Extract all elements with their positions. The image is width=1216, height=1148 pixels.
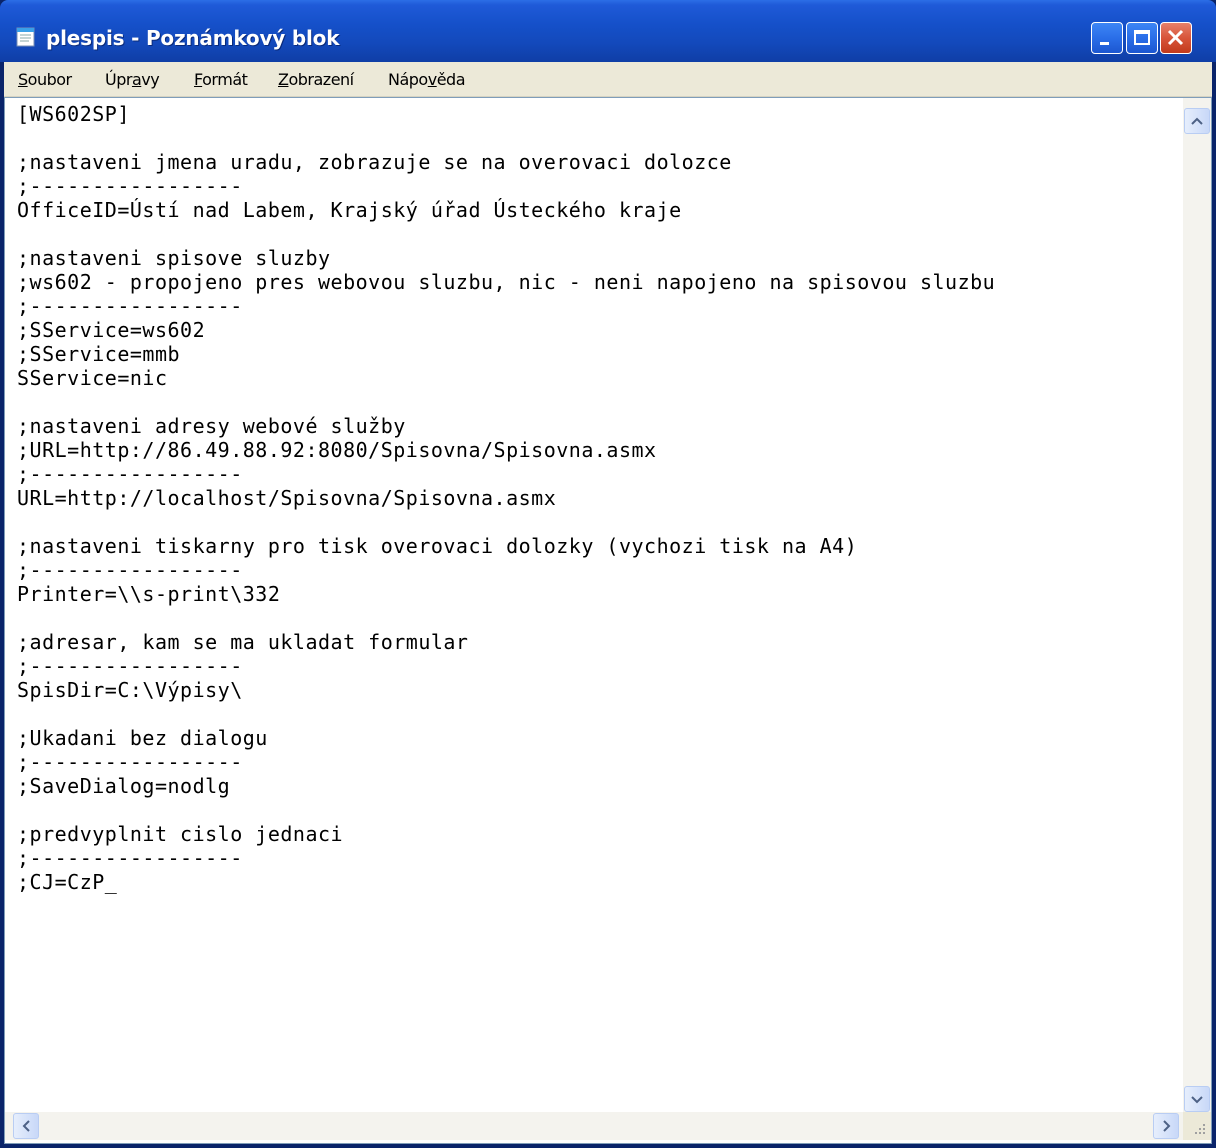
menu-soubor[interactable]: Soubor bbox=[18, 70, 72, 89]
minimize-button[interactable] bbox=[1091, 22, 1123, 54]
text-line[interactable]: ;nastaveni tiskarny pro tisk overovaci d… bbox=[17, 534, 857, 558]
scroll-left-button[interactable] bbox=[13, 1113, 39, 1139]
resize-grip-icon bbox=[1195, 1124, 1205, 1134]
text-line[interactable]: ;----------------- bbox=[17, 846, 243, 870]
resize-grip[interactable] bbox=[1183, 1112, 1211, 1140]
text-line[interactable]: ;ws602 - propojeno pres webovou sluzbu, … bbox=[17, 270, 995, 294]
notepad-icon bbox=[14, 26, 38, 48]
text-line[interactable]: Printer=\\s-print\332 bbox=[17, 582, 280, 606]
text-line[interactable]: ;SService=ws602 bbox=[17, 318, 205, 342]
title-bar[interactable]: plespis - Poznámkový blok bbox=[0, 0, 1216, 62]
menu-zobrazeni[interactable]: Zobrazení bbox=[278, 70, 354, 89]
menu-napoveda[interactable]: Nápověda bbox=[388, 70, 466, 89]
chevron-down-icon bbox=[1191, 1096, 1203, 1104]
text-line[interactable]: URL=http://localhost/Spisovna/Spisovna.a… bbox=[17, 486, 556, 510]
notepad-window: plespis - Poznámkový blok Soubor Úpravy … bbox=[0, 0, 1216, 1148]
text-line[interactable]: ;nastaveni adresy webové služby bbox=[17, 414, 406, 438]
text-line[interactable]: OfficeID=Ústí nad Labem, Krajský úřad Ús… bbox=[17, 198, 682, 222]
vertical-scrollbar[interactable] bbox=[1183, 98, 1211, 1112]
maximize-button[interactable] bbox=[1126, 22, 1158, 54]
text-line[interactable]: ;nastaveni jmena uradu, zobrazuje se na … bbox=[17, 150, 732, 174]
text-line[interactable]: ;nastaveni spisove sluzby bbox=[17, 246, 331, 270]
minimize-icon bbox=[1100, 42, 1109, 45]
horizontal-scrollbar[interactable] bbox=[5, 1112, 1183, 1140]
text-line[interactable]: ;URL=http://86.49.88.92:8080/Spisovna/Sp… bbox=[17, 438, 657, 462]
maximize-icon bbox=[1134, 30, 1150, 45]
menu-upravy[interactable]: Úpravy bbox=[105, 70, 160, 89]
text-line[interactable]: ;SaveDialog=nodlg bbox=[17, 774, 230, 798]
text-line[interactable]: [WS602SP] bbox=[17, 102, 130, 126]
scroll-down-button[interactable] bbox=[1184, 1086, 1210, 1112]
text-line[interactable]: ;----------------- bbox=[17, 558, 243, 582]
text-editor[interactable]: [WS602SP] ;nastaveni jmena uradu, zobrazu… bbox=[4, 97, 1212, 1144]
menu-bar: Soubor Úpravy Formát Zobrazení Nápověda bbox=[4, 62, 1212, 97]
window-title: plespis - Poznámkový blok bbox=[46, 26, 340, 50]
text-line[interactable]: ;----------------- bbox=[17, 174, 243, 198]
text-line[interactable]: ;----------------- bbox=[17, 750, 243, 774]
chevron-right-icon bbox=[1163, 1120, 1171, 1132]
text-line[interactable]: ;Ukadani bez dialogu bbox=[17, 726, 268, 750]
scroll-right-button[interactable] bbox=[1153, 1113, 1179, 1139]
text-line[interactable]: ;adresar, kam se ma ukladat formular bbox=[17, 630, 468, 654]
text-line[interactable]: ;----------------- bbox=[17, 294, 243, 318]
text-line[interactable]: ;predvyplnit cislo jednaci bbox=[17, 822, 343, 846]
close-icon bbox=[1167, 29, 1184, 46]
menu-format[interactable]: Formát bbox=[194, 70, 248, 89]
text-line[interactable]: SpisDir=C:\Výpisy\ bbox=[17, 678, 243, 702]
chevron-up-icon bbox=[1191, 117, 1203, 125]
chevron-left-icon bbox=[22, 1120, 30, 1132]
text-line[interactable]: ;SService=mmb bbox=[17, 342, 180, 366]
scroll-up-button[interactable] bbox=[1184, 108, 1210, 134]
text-line[interactable]: ;----------------- bbox=[17, 654, 243, 678]
text-content[interactable]: [WS602SP] ;nastaveni jmena uradu, zobrazu… bbox=[17, 102, 1182, 1112]
text-line[interactable]: ;----------------- bbox=[17, 462, 243, 486]
text-line[interactable]: ;CJ=CzP_ bbox=[17, 870, 117, 894]
close-button[interactable] bbox=[1160, 22, 1192, 54]
text-line[interactable]: SService=nic bbox=[17, 366, 168, 390]
